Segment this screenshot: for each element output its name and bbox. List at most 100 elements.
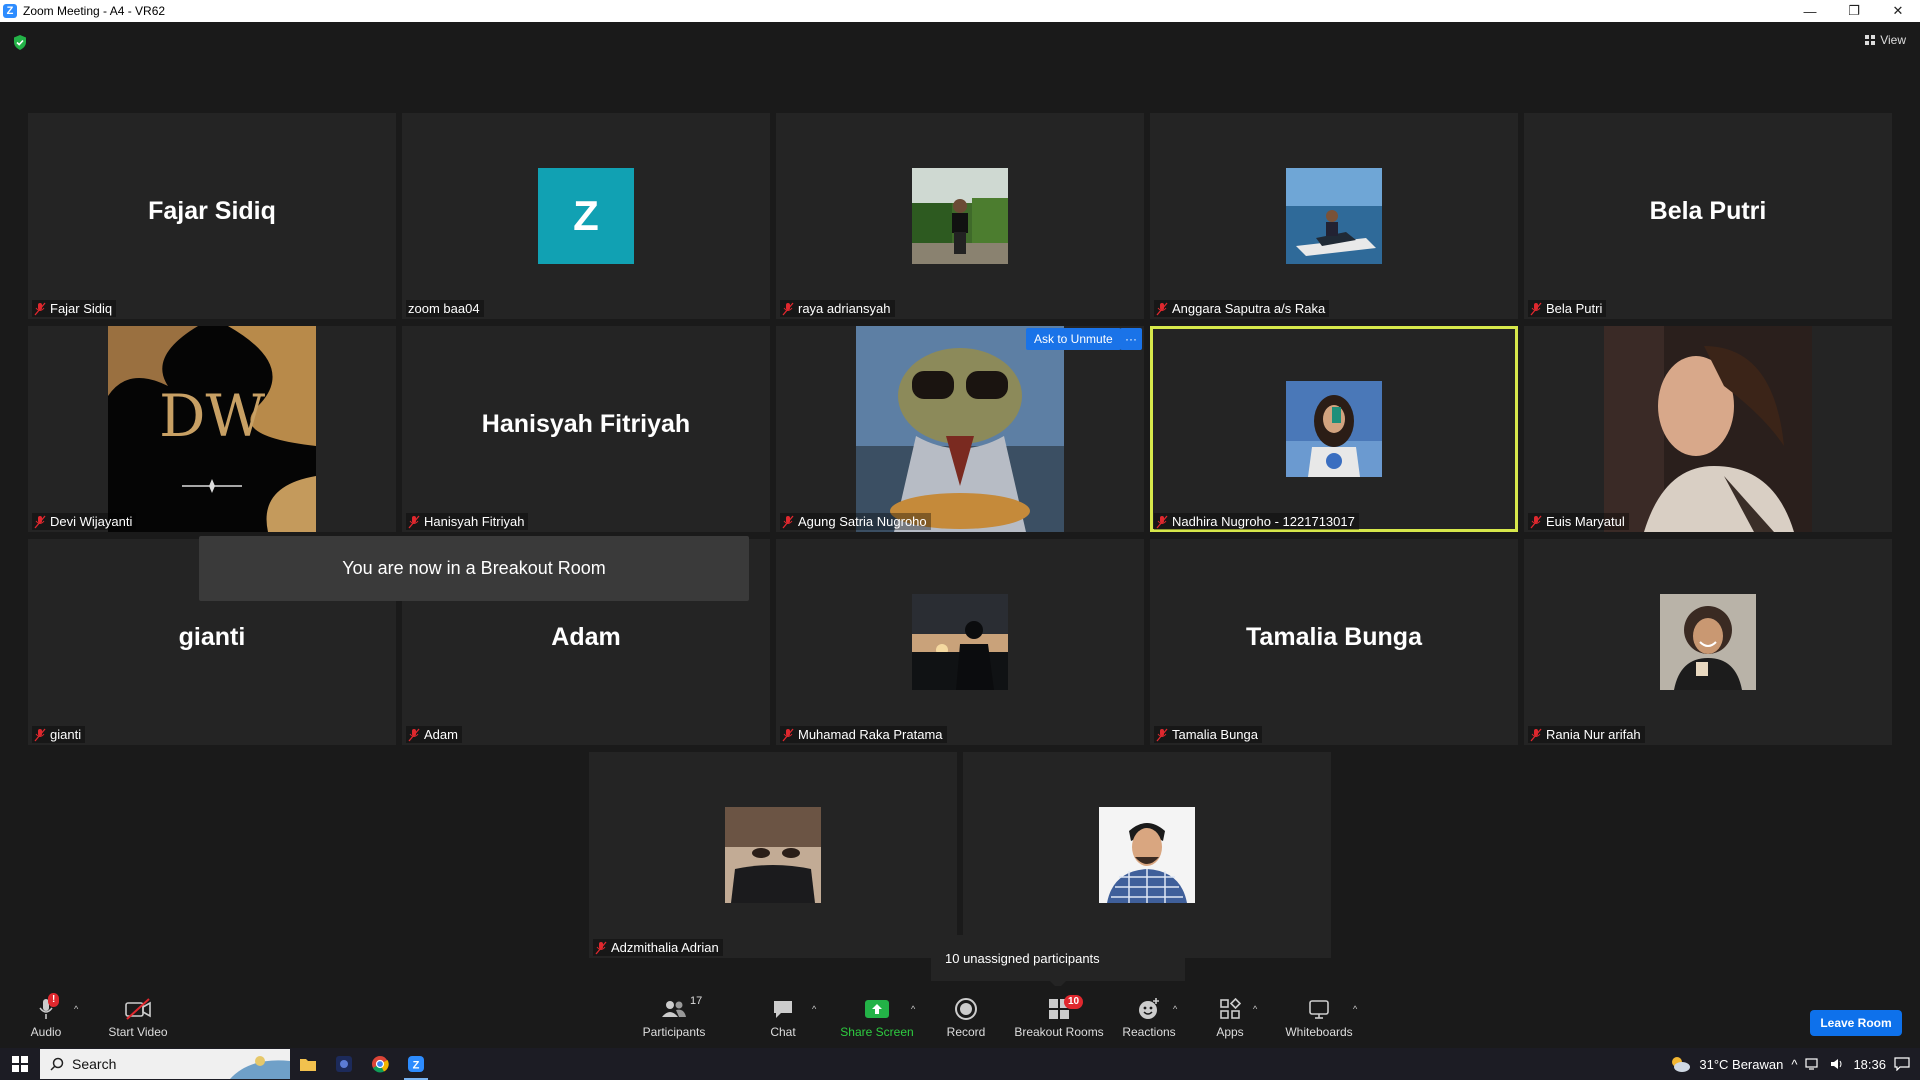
zoom-taskbar-icon[interactable]: Z [398,1048,434,1080]
file-explorer-icon[interactable] [290,1048,326,1080]
avatar [1660,594,1756,690]
audio-options-caret-icon[interactable]: ^ [74,1004,78,1014]
view-button[interactable]: View [1865,33,1906,47]
participant-name: zoom baa04 [408,301,480,316]
participant-label: Rania Nur arifah [1528,726,1645,743]
participant-tile[interactable]: raya adriansyah [776,113,1144,319]
share-screen-label: Share Screen [840,1025,914,1039]
zoom-logo-icon: Z [3,4,17,18]
close-button[interactable]: ✕ [1876,0,1920,22]
speaker-icon[interactable] [1829,1057,1845,1071]
avatar [1286,168,1382,264]
participant-label: Euis Maryatul [1528,513,1629,530]
minimize-button[interactable]: — [1788,0,1832,22]
participant-tile[interactable]: Adzmithalia Adrian [589,752,957,958]
breakout-rooms-button[interactable]: 10 Breakout Rooms [1014,986,1104,1048]
muted-mic-icon [1156,302,1168,315]
muted-mic-icon [408,515,420,528]
participant-display-name: gianti [178,623,246,651]
whiteboards-button[interactable]: Whiteboards [1282,986,1356,1048]
reactions-options-caret-icon[interactable]: ^ [1173,1004,1177,1014]
record-button[interactable]: Record [944,986,988,1048]
apps-options-caret-icon[interactable]: ^ [1253,1004,1257,1014]
apps-button[interactable]: Apps [1212,986,1248,1048]
chat-icon [774,1001,792,1018]
muted-mic-icon [782,728,794,741]
start-video-button[interactable]: Start Video [106,986,170,1048]
share-options-caret-icon[interactable]: ^ [911,1004,915,1014]
muted-mic-icon [1156,515,1168,528]
participant-tile[interactable]: Bela Putri Bela Putri [1524,113,1892,319]
muted-mic-icon [1530,302,1542,315]
muted-mic-icon [34,302,46,315]
participants-icon [662,1001,686,1017]
audio-button[interactable]: ! Audio [28,986,64,1048]
chat-label: Chat [770,1025,796,1039]
participant-tile[interactable]: DW Devi Wijayanti [28,326,396,532]
participant-tile[interactable]: Tamalia Bunga Tamalia Bunga [1150,539,1518,745]
breakout-rooms-label: Breakout Rooms [1014,1025,1104,1039]
participants-button[interactable]: 17 Participants [640,986,708,1048]
participant-label: Tamalia Bunga [1154,726,1262,743]
meeting-top-bar: View [0,22,1920,78]
view-label: View [1880,33,1906,47]
breakout-rooms-badge: 10 [1064,995,1084,1009]
network-icon[interactable] [1805,1057,1821,1071]
frog-avatar [856,326,1064,532]
chrome-icon[interactable] [362,1048,398,1080]
windows-start-icon[interactable] [0,1048,40,1080]
search-highlight-illustration-icon [230,1056,290,1079]
chat-button[interactable]: Chat [765,986,801,1048]
encryption-shield-icon[interactable] [13,35,27,50]
muted-mic-icon [1156,728,1168,741]
taskbar-search-box[interactable]: Search [40,1049,290,1079]
participant-name: Euis Maryatul [1546,514,1625,529]
more-options-button[interactable]: ··· [1120,328,1142,350]
participant-tile[interactable] [963,752,1331,958]
whiteboards-label: Whiteboards [1285,1025,1353,1039]
svg-text:Z: Z [413,1060,420,1072]
participant-label: Adam [406,726,462,743]
weather-text[interactable]: 31°C Berawan [1699,1057,1783,1072]
window-title: Zoom Meeting - A4 - VR62 [23,4,166,18]
participant-label: zoom baa04 [406,300,484,317]
app-icon[interactable] [326,1048,362,1080]
avatar-letter: Z [538,168,634,264]
participant-tile[interactable]: Agung Satria Nugroho [776,326,1144,532]
participants-label: Participants [642,1025,706,1039]
reactions-button[interactable]: Reactions [1122,986,1176,1048]
participant-name: raya adriansyah [798,301,891,316]
participant-tile-active-speaker[interactable]: Nadhira Nugroho - 1221713017 [1150,326,1518,532]
clock-time[interactable]: 18:36 [1853,1057,1886,1072]
audio-warning-badge: ! [48,993,60,1007]
tray-overflow-chevron-icon[interactable]: ^ [1791,1057,1797,1072]
participant-name: Devi Wijayanti [50,514,133,529]
restore-button[interactable]: ❐ [1832,0,1876,22]
muted-mic-icon [595,941,607,954]
participant-tile[interactable]: Rania Nur arifah [1524,539,1892,745]
leave-room-button[interactable]: Leave Room [1810,1010,1902,1036]
muted-mic-icon [1530,728,1542,741]
apps-icon [1220,998,1241,1019]
grid-view-icon [1865,35,1876,45]
participant-name: Nadhira Nugroho - 1221713017 [1172,514,1355,529]
whiteboards-options-caret-icon[interactable]: ^ [1353,1004,1357,1014]
participants-count: 17 [690,995,703,1007]
participant-tile[interactable]: Fajar Sidiq Fajar Sidiq [28,113,396,319]
participant-label: Bela Putri [1528,300,1607,317]
avatar [1099,807,1195,903]
participant-tile[interactable]: Hanisyah Fitriyah Hanisyah Fitriyah [402,326,770,532]
participant-label: Nadhira Nugroho - 1221713017 [1154,513,1359,530]
ask-to-unmute-button[interactable]: Ask to Unmute [1026,328,1121,350]
muted-mic-icon [408,728,420,741]
participant-tile[interactable]: Z zoom baa04 [402,113,770,319]
share-screen-button[interactable]: Share Screen [840,986,914,1048]
participant-display-name: Bela Putri [1649,197,1767,225]
participant-tile[interactable]: Anggara Saputra a/s Raka [1150,113,1518,319]
apps-label: Apps [1216,1025,1244,1039]
chat-options-caret-icon[interactable]: ^ [812,1004,816,1014]
notifications-icon[interactable] [1894,1057,1910,1071]
participant-name: gianti [50,727,82,742]
participant-tile[interactable]: Euis Maryatul [1524,326,1892,532]
participant-tile[interactable]: Muhamad Raka Pratama [776,539,1144,745]
